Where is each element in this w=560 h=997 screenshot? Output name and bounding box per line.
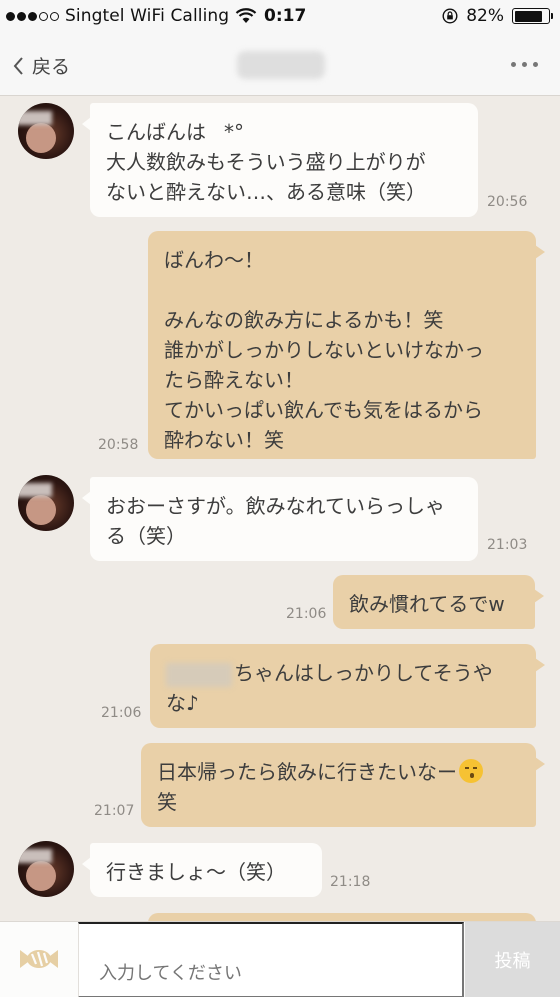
message-input[interactable]	[78, 922, 464, 997]
battery-icon	[512, 8, 553, 24]
message-line: ちゃんはしっかりしてそうや	[166, 658, 520, 688]
clock: 0:17	[264, 6, 307, 26]
chat-area[interactable]: こんばんは *° 大人数飲みもそういう盛り上がりが ないと酔えない…、ある意味（笑…	[0, 97, 560, 921]
nav-bar: 戻る	[0, 34, 560, 96]
signal-icon	[6, 11, 59, 21]
message-time: 20:56	[487, 194, 528, 210]
message-bubble-outgoing[interactable]: ばんわ〜！ みんなの飲み方によるかも！笑 誰かがしっかりしないといけなかっ たら…	[148, 231, 545, 459]
message-bubble-outgoing[interactable]: 日本帰ったら飲みに行きたいなー 笑	[141, 743, 545, 827]
carrier-name: Singtel WiFi Calling	[65, 6, 230, 26]
message-line: 誰かがしっかりしないといけなかっ	[164, 338, 484, 362]
message-line: こんばんは *°	[106, 120, 244, 144]
back-label: 戻る	[32, 56, 71, 78]
battery-percent: 82%	[466, 6, 504, 26]
message-time: 21:07	[94, 803, 135, 819]
message-bubble-outgoing[interactable]: ちゃんはしっかりしてそうや な♪	[150, 644, 545, 728]
kissing-face-icon	[459, 759, 483, 783]
avatar[interactable]	[18, 103, 74, 159]
post-button[interactable]: 投稿	[465, 922, 560, 997]
avatar[interactable]	[18, 841, 74, 897]
back-button[interactable]: 戻る	[12, 52, 70, 79]
message-line: る（笑）	[106, 524, 186, 548]
message-bubble-outgoing[interactable]: 飲み慣れてるでw	[333, 575, 544, 629]
message-bubble-incoming[interactable]: こんばんは *° 大人数飲みもそういう盛り上がりが ないと酔えない…、ある意味（笑…	[82, 103, 478, 217]
message-time: 20:58	[98, 437, 139, 453]
message-line: 笑	[157, 790, 177, 814]
message-line: な♪	[166, 691, 199, 715]
message-line: 行きましょ〜（笑）	[106, 860, 286, 884]
chat-partner-name-blurred	[237, 51, 325, 79]
more-dots-icon[interactable]	[511, 62, 538, 67]
message-time: 21:03	[487, 537, 528, 553]
candy-icon[interactable]	[16, 944, 62, 974]
avatar[interactable]	[18, 475, 74, 531]
message-line: てかいっぱい飲んでも気をはるから	[164, 398, 483, 422]
chevron-left-icon	[13, 56, 23, 75]
rotation-lock-icon	[442, 8, 458, 24]
input-bar: 投稿	[0, 921, 560, 997]
message-line: たら酔えない！	[164, 368, 304, 392]
message-line: 大人数飲みもそういう盛り上がりが	[106, 150, 426, 174]
status-left: Singtel WiFi Calling	[6, 6, 257, 26]
message-time: 21:06	[286, 606, 327, 622]
message-line: みんなの飲み方によるかも！笑	[164, 308, 444, 332]
message-line: おおーさすが。飲みなれていらっしゃ	[106, 494, 445, 518]
message-bubble-incoming[interactable]: おおーさすが。飲みなれていらっしゃ る（笑）	[82, 477, 478, 561]
blurred-name	[166, 662, 232, 687]
message-line: 日本帰ったら飲みに行きたいなー	[157, 757, 520, 787]
status-right: 82%	[442, 6, 553, 26]
message-time: 21:06	[101, 705, 142, 721]
battery-fill	[514, 10, 542, 22]
message-line: 飲み慣れてるでw	[349, 592, 505, 616]
message-line: 酔わない！笑	[164, 428, 284, 452]
message-bubble-incoming[interactable]: 行きましょ〜（笑）	[82, 843, 322, 897]
message-time: 21:18	[330, 874, 371, 890]
message-bubble-outgoing-partial[interactable]	[148, 913, 536, 921]
message-line: ないと酔えない…、ある意味（笑）	[106, 180, 426, 204]
message-line	[164, 275, 520, 305]
status-bar: Singtel WiFi Calling 0:17 82%	[0, 0, 560, 34]
message-line: ばんわ〜！	[164, 248, 264, 272]
wifi-icon	[235, 8, 257, 23]
crescent-moon-icon	[207, 122, 222, 140]
